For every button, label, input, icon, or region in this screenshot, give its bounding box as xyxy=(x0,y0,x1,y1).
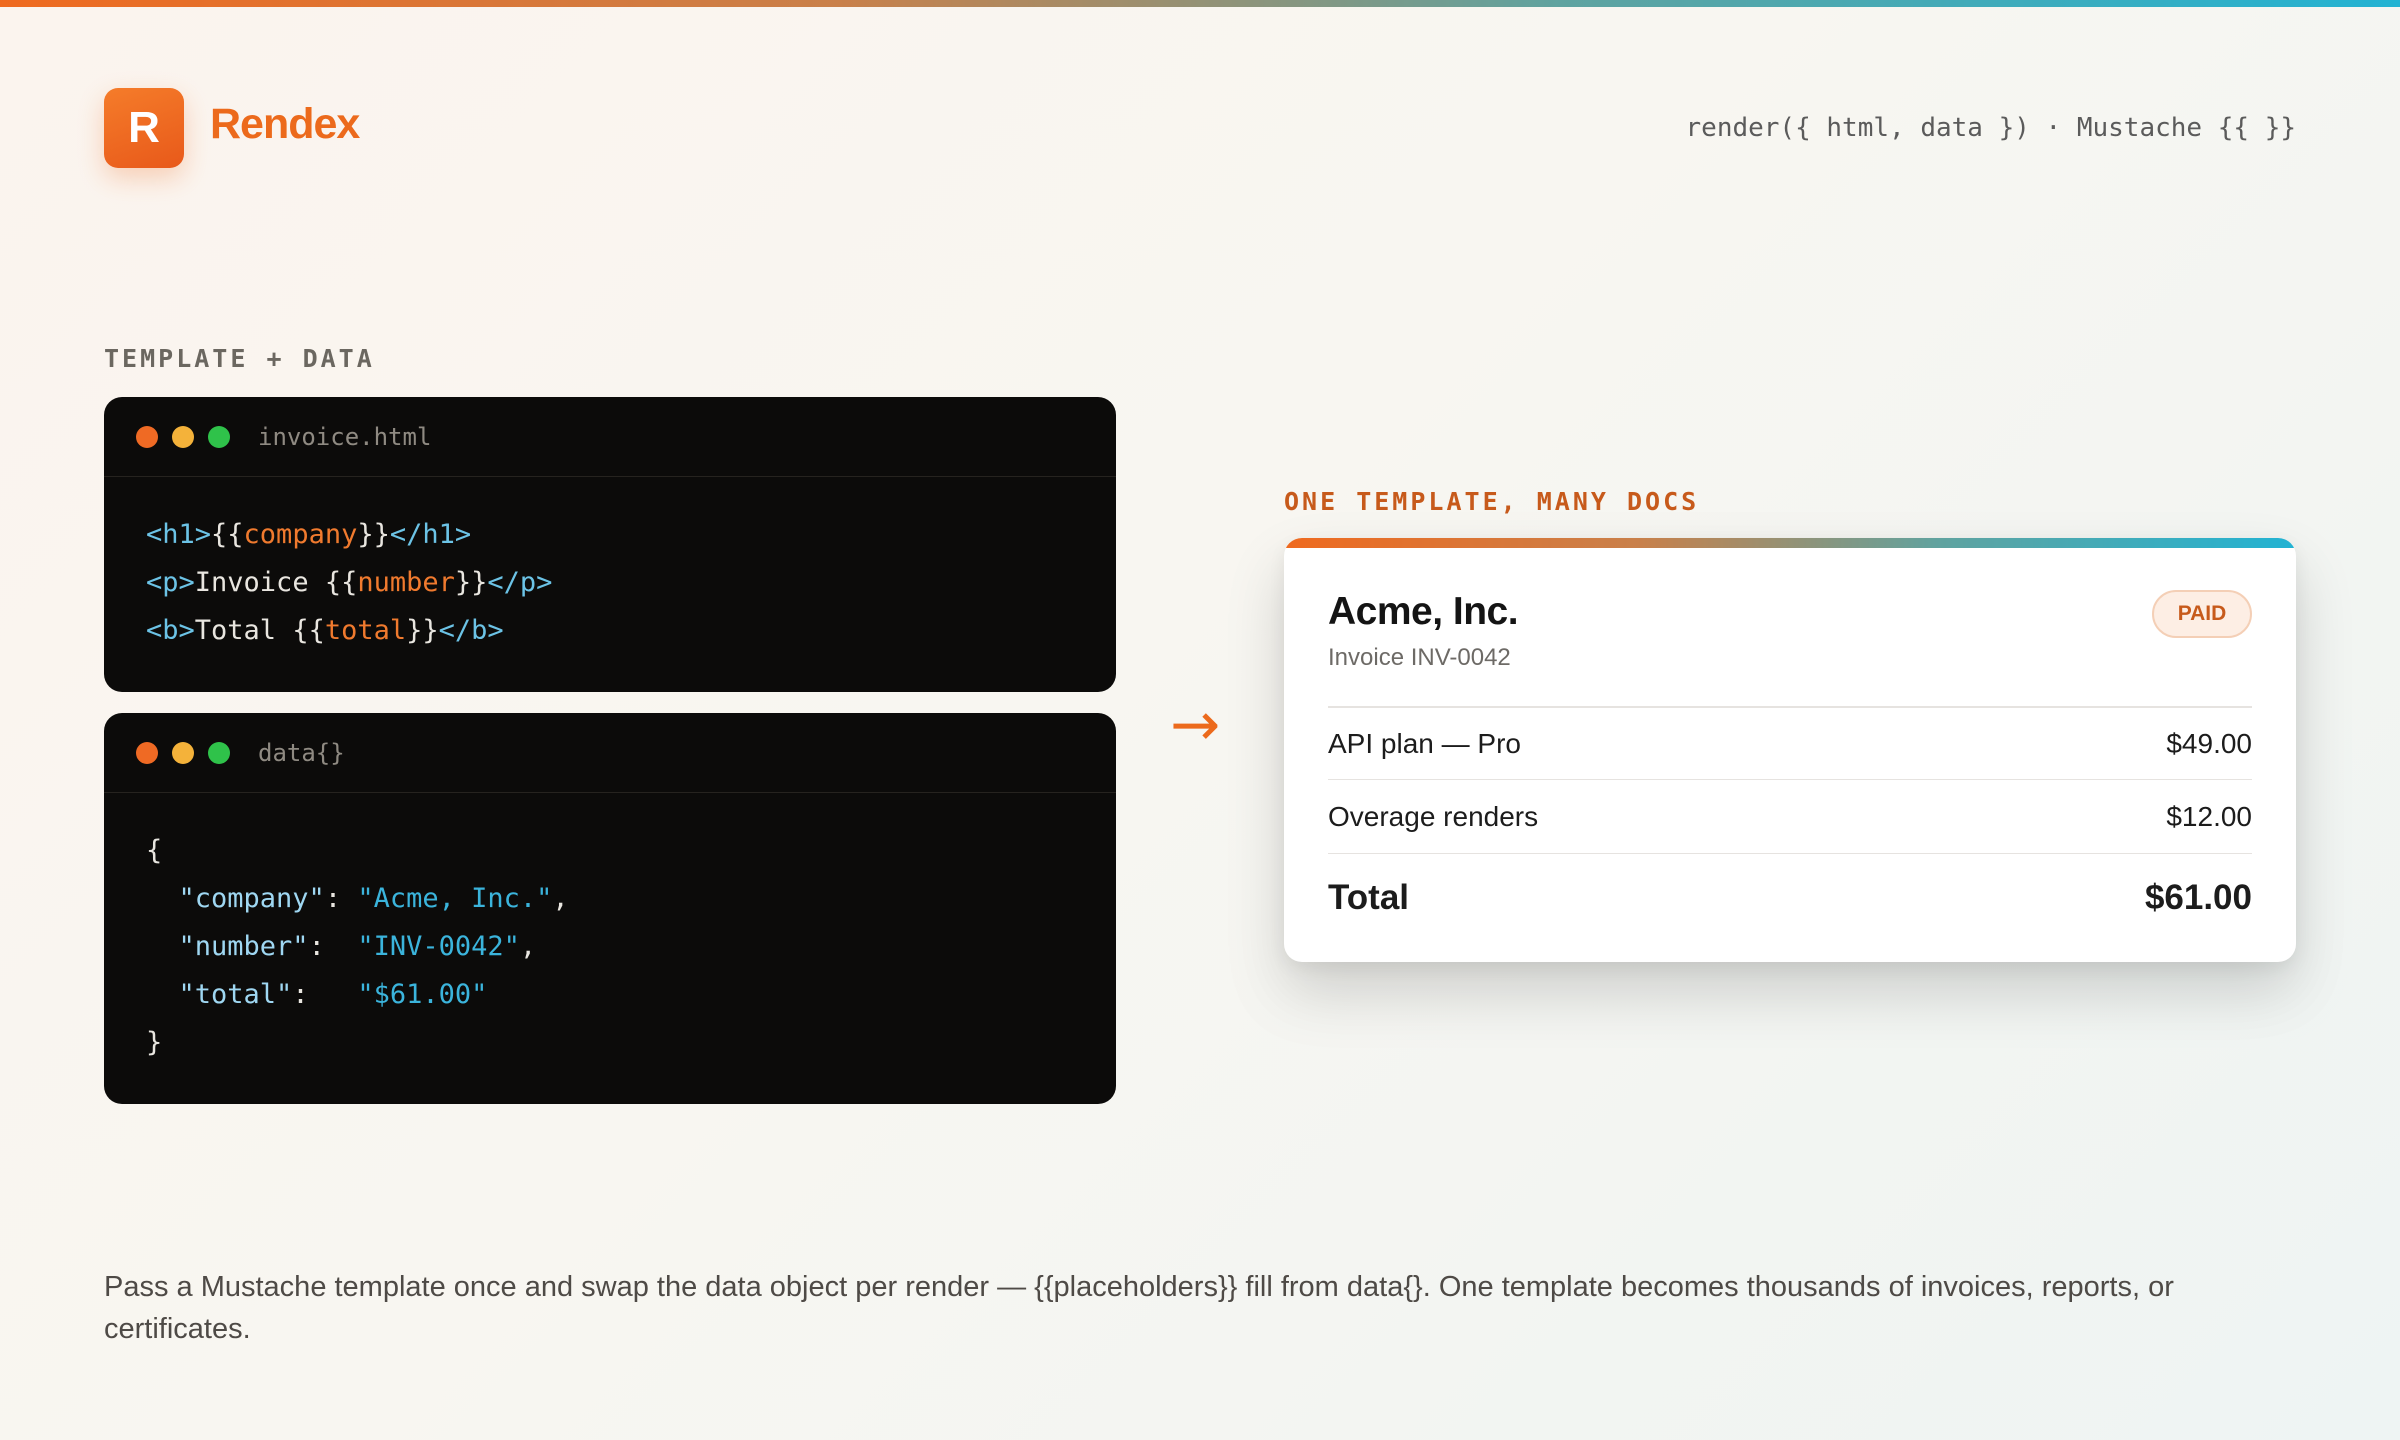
top-gradient-bar xyxy=(0,0,2400,7)
status-badge: PAID xyxy=(2152,590,2252,638)
invoice-preview-card: Acme, Inc. Invoice INV-0042 PAID API pla… xyxy=(1284,538,2296,962)
line-item: API plan — Pro $49.00 xyxy=(1328,728,2252,760)
data-filename: data{} xyxy=(258,738,345,767)
code-text: {{ xyxy=(211,519,244,550)
json-key: "total" xyxy=(178,979,293,1010)
code-line: <b>Total {{total}}</b> xyxy=(146,607,1116,655)
code-text: Total {{ xyxy=(194,615,325,646)
right-arrow-icon: → xyxy=(1170,690,1221,760)
maximize-dot-icon xyxy=(208,425,230,448)
code-tag: <p> xyxy=(146,567,195,598)
render-signature: render({ html, data }) · Mustache {{ }} xyxy=(1685,113,2296,143)
line-item-label: API plan — Pro xyxy=(1328,728,1521,759)
data-code: { "company": "Acme, Inc.", "number": "IN… xyxy=(104,793,1116,1067)
json-value: "$61.00" xyxy=(357,979,488,1010)
json-sep: : xyxy=(292,979,358,1010)
code-tag: </p> xyxy=(487,567,553,598)
line-item-amount: $12.00 xyxy=(2166,801,2252,832)
logo-letter: R xyxy=(128,103,160,152)
json-entry: "total": "$61.00" xyxy=(146,971,1116,1019)
many-docs-label: ONE TEMPLATE, MANY DOCS xyxy=(1284,487,1700,516)
json-value: "Acme, Inc." xyxy=(357,883,553,914)
line-item: Overage renders $12.00 xyxy=(1328,801,2252,833)
code-text: }} xyxy=(406,615,439,646)
description-text: Pass a Mustache template once and swap t… xyxy=(104,1271,2174,1345)
invoice-number: Invoice INV-0042 xyxy=(1328,644,1511,671)
total-row: Total $61.00 xyxy=(1328,878,2252,918)
code-line: <h1>{{company}}</h1> xyxy=(146,511,1116,559)
json-key: "number" xyxy=(178,931,309,962)
code-tag: </h1> xyxy=(389,519,472,550)
maximize-dot-icon xyxy=(208,741,230,764)
code-text: }} xyxy=(357,519,390,550)
code-var: number xyxy=(357,567,455,598)
line-item-amount: $49.00 xyxy=(2166,728,2252,759)
code-text: }} xyxy=(454,567,488,598)
json-entry: "company": "Acme, Inc.", xyxy=(146,875,1116,923)
json-key: "company" xyxy=(178,883,325,914)
json-value: "INV-0042" xyxy=(357,931,520,962)
total-label: Total xyxy=(1328,878,1410,917)
rendex-logo-icon: R xyxy=(104,88,184,168)
json-trail: , xyxy=(519,931,537,962)
code-var: total xyxy=(324,615,407,646)
divider xyxy=(1328,706,2252,708)
code-tag: <b> xyxy=(146,615,195,646)
minimize-dot-icon xyxy=(172,741,194,764)
code-tag: </b> xyxy=(438,615,504,646)
code-var: company xyxy=(243,519,358,550)
code-line: <p>Invoice {{number}}</p> xyxy=(146,559,1116,607)
line-item-label: Overage renders xyxy=(1328,801,1539,832)
data-panel-header: data{} xyxy=(104,713,1116,793)
template-code: <h1>{{company}}</h1> <p>Invoice {{number}… xyxy=(104,477,1116,655)
json-sep: : xyxy=(324,883,358,914)
divider xyxy=(1328,853,2252,854)
brace-open: { xyxy=(146,835,163,866)
total-amount: $61.00 xyxy=(2144,878,2252,917)
invoice-company: Acme, Inc. xyxy=(1328,590,1519,633)
data-code-panel: data{} { "company": "Acme, Inc.", "numbe… xyxy=(104,713,1116,1104)
template-code-panel: invoice.html <h1>{{company}}</h1> <p>Invo… xyxy=(104,397,1116,692)
json-sep: : xyxy=(308,931,358,962)
template-data-label: TEMPLATE + DATA xyxy=(104,344,375,373)
divider xyxy=(1328,779,2252,780)
minimize-dot-icon xyxy=(172,425,194,448)
code-tag: <h1> xyxy=(146,519,212,550)
template-panel-header: invoice.html xyxy=(104,397,1116,477)
card-gradient-bar xyxy=(1284,538,2296,548)
brace-close: } xyxy=(146,1027,163,1058)
close-dot-icon xyxy=(136,741,158,764)
brand-name: Rendex xyxy=(210,100,360,148)
close-dot-icon xyxy=(136,425,158,448)
template-filename: invoice.html xyxy=(258,422,432,451)
json-entry: "number": "INV-0042", xyxy=(146,923,1116,971)
json-trail: , xyxy=(552,883,569,914)
code-text: Invoice {{ xyxy=(194,567,358,598)
